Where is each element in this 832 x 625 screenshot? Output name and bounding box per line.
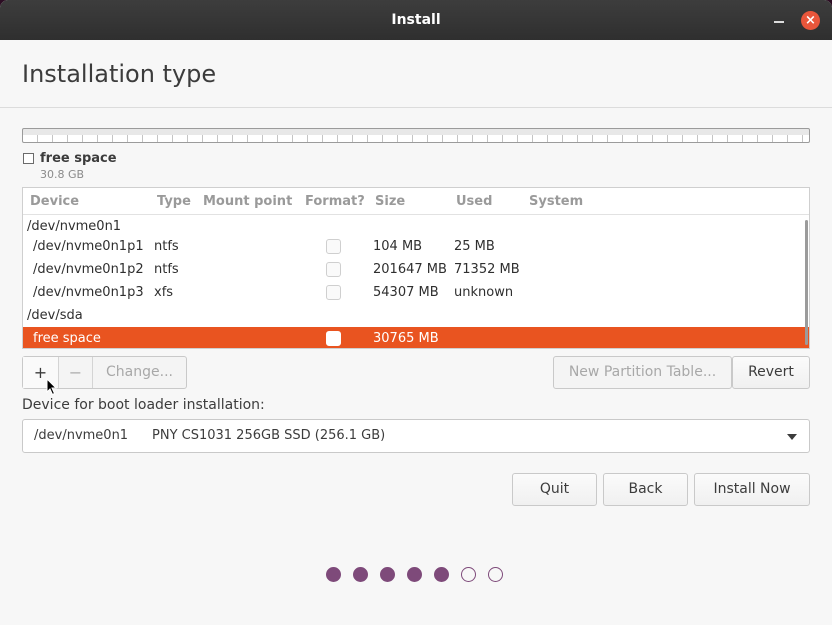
table-header: Device Type Mount point Format? Size Use… bbox=[23, 188, 809, 215]
row-size: 201647 MB bbox=[373, 262, 447, 277]
column-header-type[interactable]: Type bbox=[157, 194, 191, 209]
row-device: /dev/nvme0n1p2 bbox=[33, 262, 144, 277]
minimize-icon[interactable] bbox=[769, 10, 789, 30]
table-row[interactable]: /dev/sda bbox=[23, 304, 809, 327]
legend-label: free space bbox=[40, 151, 117, 166]
table-row[interactable]: /dev/nvme0n1p2 ntfs 201647 MB 71352 MB bbox=[23, 258, 809, 281]
boot-loader-device-name: PNY CS1031 256GB SSD (256.1 GB) bbox=[152, 428, 386, 443]
install-now-button[interactable]: Install Now bbox=[694, 473, 810, 506]
format-checkbox[interactable] bbox=[326, 239, 341, 254]
window-title: Install bbox=[391, 12, 441, 28]
row-size: 54307 MB bbox=[373, 285, 439, 300]
back-button[interactable]: Back bbox=[603, 473, 688, 506]
quit-button[interactable]: Quit bbox=[512, 473, 597, 506]
column-header-system[interactable]: System bbox=[529, 194, 583, 209]
row-type: ntfs bbox=[154, 262, 179, 277]
revert-button[interactable]: Revert bbox=[732, 356, 810, 389]
column-header-device[interactable]: Device bbox=[30, 194, 79, 209]
legend-size: 30.8 GB bbox=[40, 168, 85, 181]
disk-usage-bar bbox=[22, 128, 810, 143]
progress-dot bbox=[434, 567, 449, 582]
format-checkbox[interactable] bbox=[326, 331, 341, 346]
table-row-selected[interactable]: free space 30765 MB bbox=[23, 327, 809, 348]
dropdown-arrow-icon bbox=[787, 434, 797, 440]
table-row[interactable]: /dev/nvme0n1p1 ntfs 104 MB 25 MB bbox=[23, 235, 809, 258]
column-header-used[interactable]: Used bbox=[456, 194, 492, 209]
mouse-cursor-icon bbox=[46, 378, 58, 396]
progress-dot bbox=[461, 567, 476, 582]
row-device: /dev/nvme0n1p1 bbox=[33, 239, 144, 254]
remove-partition-button[interactable]: − bbox=[59, 357, 93, 388]
free-space-swatch bbox=[23, 153, 34, 164]
row-type: xfs bbox=[154, 285, 174, 300]
row-device: /dev/nvme0n1 bbox=[27, 219, 122, 234]
row-size: 104 MB bbox=[373, 239, 423, 254]
row-used: unknown bbox=[454, 285, 514, 300]
column-header-format[interactable]: Format? bbox=[305, 194, 365, 209]
column-header-mount-point[interactable]: Mount point bbox=[203, 194, 292, 209]
header-divider bbox=[0, 107, 832, 108]
progress-dot bbox=[407, 567, 422, 582]
row-device: free space bbox=[33, 331, 101, 346]
progress-dot bbox=[488, 567, 503, 582]
progress-dot bbox=[326, 567, 341, 582]
format-checkbox[interactable] bbox=[326, 262, 341, 277]
boot-loader-label: Device for boot loader installation: bbox=[22, 397, 265, 413]
column-header-size[interactable]: Size bbox=[375, 194, 405, 209]
change-partition-button[interactable]: Change... bbox=[93, 357, 186, 388]
partition-table: Device Type Mount point Format? Size Use… bbox=[22, 187, 810, 349]
page-title: Installation type bbox=[22, 60, 217, 88]
row-used: 71352 MB bbox=[454, 262, 520, 277]
progress-dot bbox=[353, 567, 368, 582]
close-icon[interactable]: × bbox=[801, 11, 820, 30]
titlebar: Install × bbox=[0, 0, 832, 40]
row-size: 30765 MB bbox=[373, 331, 439, 346]
progress-dots bbox=[326, 567, 506, 583]
row-device: /dev/nvme0n1p3 bbox=[33, 285, 144, 300]
new-partition-table-button[interactable]: New Partition Table... bbox=[553, 356, 732, 389]
row-type: ntfs bbox=[154, 239, 179, 254]
row-device: /dev/sda bbox=[27, 308, 83, 323]
installer-window: Install × Installation type free space 3… bbox=[0, 0, 832, 625]
row-used: 25 MB bbox=[454, 239, 495, 254]
table-row[interactable]: /dev/nvme0n1p3 xfs 54307 MB unknown bbox=[23, 281, 809, 304]
progress-dot bbox=[380, 567, 395, 582]
table-scrollbar[interactable] bbox=[805, 220, 808, 345]
boot-loader-device: /dev/nvme0n1 bbox=[34, 428, 129, 443]
boot-loader-dropdown[interactable]: /dev/nvme0n1 PNY CS1031 256GB SSD (256.1… bbox=[22, 419, 810, 453]
format-checkbox[interactable] bbox=[326, 285, 341, 300]
